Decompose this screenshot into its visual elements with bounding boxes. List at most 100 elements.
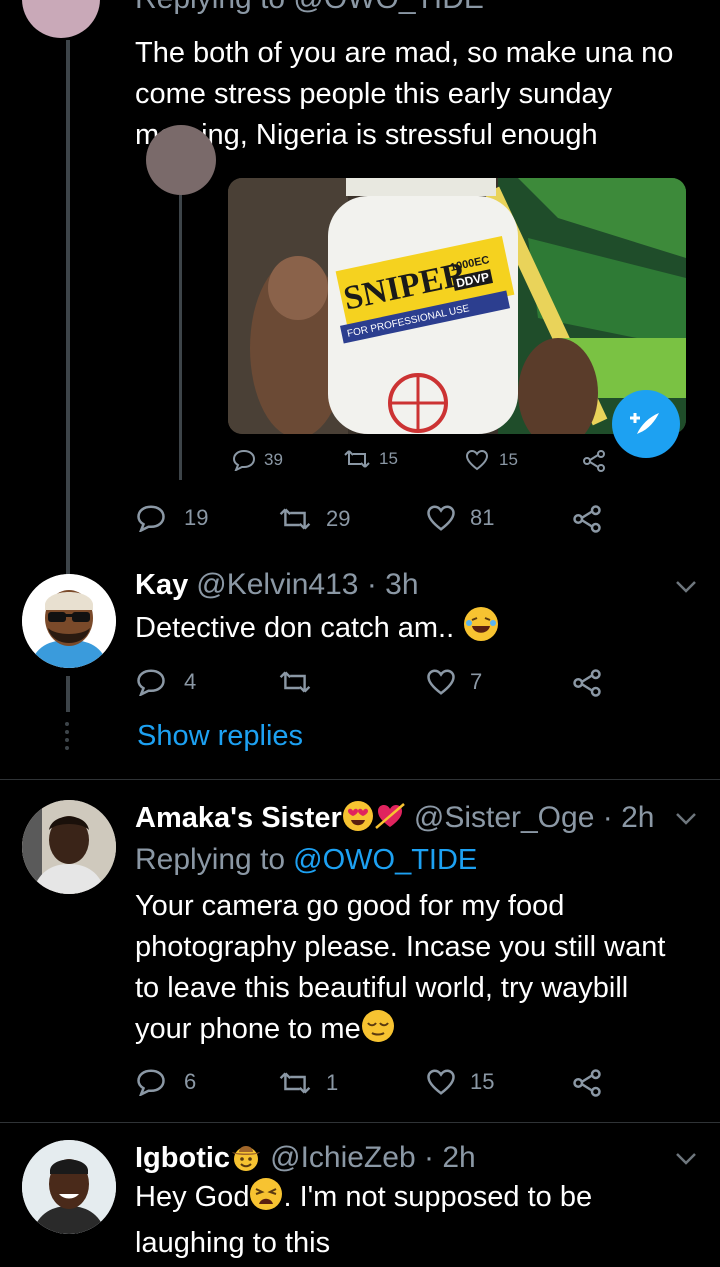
tweet-text-line: Hey God [135, 1181, 250, 1213]
divider [0, 779, 720, 780]
display-name[interactable]: Igbotic [135, 1142, 230, 1174]
share-icon [573, 669, 601, 697]
separator-dot: · [594, 801, 622, 834]
thread-line [66, 676, 70, 712]
share-button[interactable] [582, 450, 606, 472]
retweet-button[interactable]: 1 [278, 1070, 338, 1096]
thread-line [66, 40, 70, 585]
replying-to-label: Replying to [135, 843, 286, 876]
tweet-header: Amaka's Sister @Sister_Oge · 2h [135, 800, 654, 840]
reply-button[interactable]: 39 [232, 449, 283, 471]
reply-count: 39 [264, 450, 283, 469]
compose-icon [630, 413, 659, 434]
reply-count: 19 [184, 505, 209, 530]
retweet-icon [279, 671, 311, 693]
tweet-text-line: morning, Nigeria is stressful enough [135, 119, 598, 151]
tweet-text: Detective don catch am.. [135, 607, 499, 649]
timestamp: 2h [442, 1141, 476, 1174]
tweet-text-line: Your camera go good for my food [135, 890, 565, 922]
heart-icon [465, 449, 489, 471]
quoted-avatar[interactable] [146, 125, 216, 195]
chevron-down-icon[interactable] [675, 812, 697, 826]
tweet-header: Kay @Kelvin413 · 3h [135, 568, 419, 602]
retweet-button[interactable]: 29 [278, 506, 350, 532]
avatar[interactable] [22, 800, 116, 894]
share-button[interactable] [572, 1069, 602, 1097]
display-name[interactable]: Kay [135, 569, 188, 601]
avatar-art [22, 1140, 116, 1234]
tweet-header: Igbotic @IchieZeb · 2h [135, 1140, 476, 1180]
tweet-text-line: your phone to me [135, 1013, 361, 1045]
heart-icon [427, 1069, 455, 1095]
avatar[interactable] [22, 1140, 116, 1234]
chevron-down-icon[interactable] [675, 580, 697, 594]
reply-count: 6 [184, 1069, 197, 1094]
reply-button[interactable]: 19 [136, 504, 208, 532]
tweet-text-line: laughing to this [135, 1227, 331, 1259]
heart-arrow-emoji-icon [374, 800, 406, 840]
replying-to-text: Replying to @OWO_TIDE [135, 0, 484, 15]
avatar-art [22, 800, 116, 894]
retweet-button[interactable] [278, 670, 312, 694]
share-button[interactable] [572, 505, 602, 533]
retweet-count: 1 [326, 1070, 339, 1095]
like-count: 15 [499, 450, 518, 469]
retweet-count: 29 [326, 506, 351, 531]
reply-count: 4 [184, 669, 197, 694]
heart-icon [427, 669, 455, 695]
tweet-image[interactable]: SNIPER 1000EC DDVP FOR PROFESSIONAL USE [228, 178, 686, 434]
like-button[interactable]: 15 [426, 1068, 494, 1096]
like-button[interactable]: 15 [465, 449, 518, 471]
tweet-text: Hey God . I'm not supposed to be laughin… [135, 1177, 710, 1264]
share-icon [573, 1069, 601, 1097]
user-handle[interactable]: @IchieZeb [270, 1141, 416, 1174]
reply-button[interactable]: 6 [136, 1068, 196, 1096]
tweet-text-line: The both of you are mad, so make una no [135, 37, 674, 69]
reply-icon [137, 669, 165, 696]
compose-button[interactable] [612, 390, 680, 458]
replying-to: Replying to @OWO_TIDE [135, 0, 484, 16]
separator-dot: · [358, 568, 386, 601]
relieved-face-emoji-icon [361, 1009, 395, 1055]
tweet-text-line: . I'm not supposed to be [283, 1181, 593, 1213]
retweet-icon [279, 508, 311, 530]
share-icon [573, 505, 601, 533]
separator-dot: · [415, 1141, 443, 1174]
heart-eyes-emoji-icon [342, 800, 374, 840]
weary-face-emoji-icon [249, 1177, 283, 1223]
like-button[interactable]: 7 [426, 668, 482, 696]
like-count: 81 [470, 505, 495, 530]
cowboy-emoji-icon [230, 1140, 262, 1180]
retweet-button[interactable]: 15 [343, 449, 398, 469]
share-button[interactable] [572, 669, 602, 697]
laughing-emoji-icon [464, 607, 499, 641]
reply-icon [137, 505, 165, 532]
timestamp: 2h [621, 801, 655, 834]
avatar[interactable] [22, 574, 116, 668]
tweet-text-line: to leave this beautiful world, try waybi… [135, 972, 629, 1004]
replying-to: Replying to @OWO_TIDE [135, 843, 477, 877]
retweet-icon [344, 450, 370, 468]
user-handle[interactable]: @Kelvin413 [196, 568, 358, 601]
replying-to-handle[interactable]: @OWO_TIDE [293, 844, 477, 876]
more-replies-dots [65, 722, 71, 750]
avatar[interactable] [22, 0, 100, 38]
tweet-text: Your camera go good for my food photogra… [135, 886, 710, 1055]
avatar-art [22, 574, 116, 668]
tweet-text-line: come stress people this early sunday [135, 78, 613, 110]
chevron-down-icon[interactable] [675, 1152, 697, 1166]
reply-icon [137, 1069, 165, 1096]
display-name[interactable]: Amaka's Sister [135, 802, 342, 834]
retweet-icon [279, 1072, 311, 1094]
retweet-count: 15 [379, 449, 398, 468]
like-count: 7 [470, 669, 483, 694]
show-replies-link[interactable]: Show replies [137, 720, 303, 753]
like-count: 15 [470, 1069, 495, 1094]
user-handle[interactable]: @Sister_Oge [414, 801, 595, 834]
timestamp: 3h [385, 568, 419, 601]
share-icon [583, 450, 605, 472]
tweet-text: The both of you are mad, so make una no … [135, 33, 710, 156]
like-button[interactable]: 81 [426, 504, 494, 532]
tweet-text-line: Detective don catch am.. [135, 612, 455, 644]
reply-button[interactable]: 4 [136, 668, 196, 696]
